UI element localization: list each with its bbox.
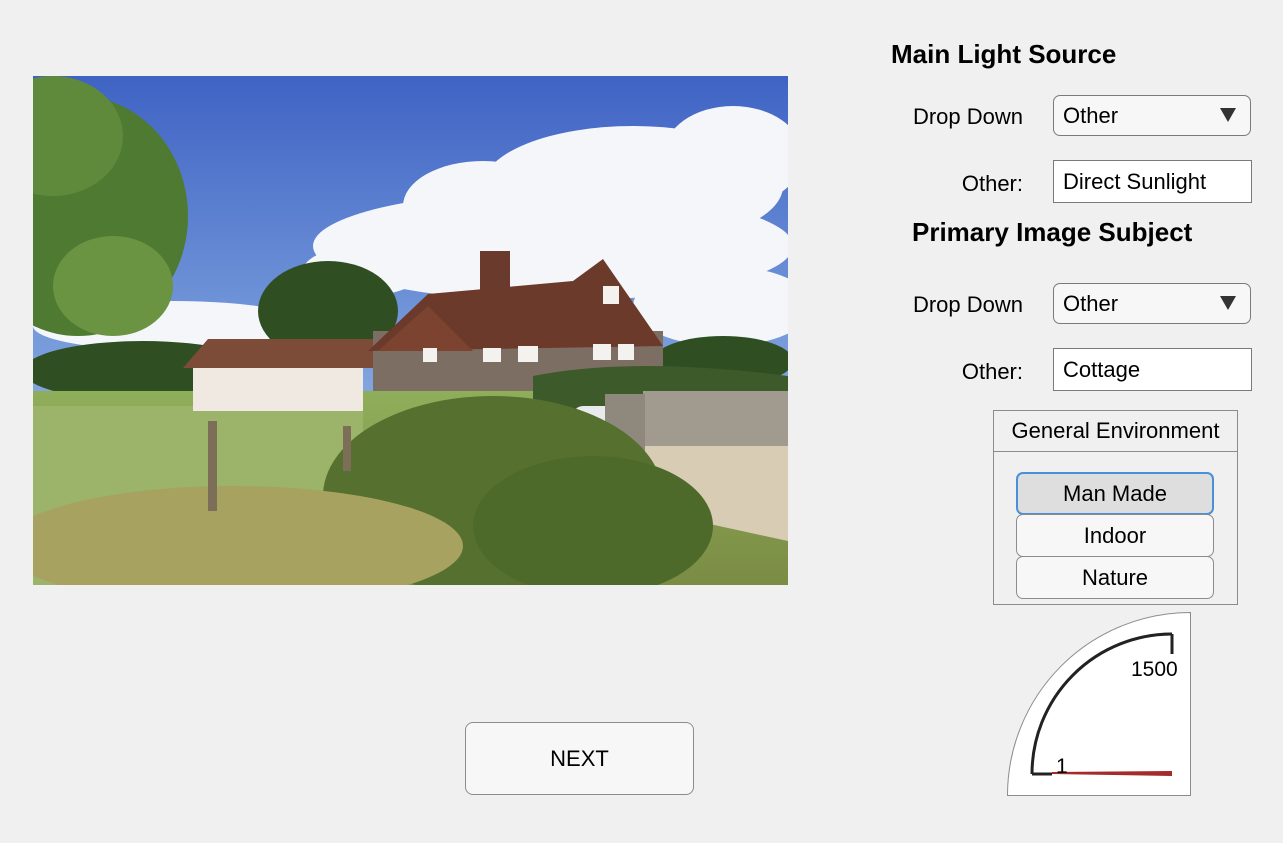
light-source-heading: Main Light Source <box>891 39 1117 69</box>
light-source-other-label: Other: <box>961 171 1023 196</box>
image-subject-dropdown-label: Drop Down <box>912 292 1023 317</box>
chevron-down-icon <box>1220 108 1236 122</box>
environment-button-group: General Environment Man Made Indoor Natu… <box>993 410 1238 605</box>
environment-option-indoor[interactable]: Indoor <box>1016 514 1214 557</box>
scene-image <box>33 76 788 585</box>
gauge-dial <box>1007 612 1191 796</box>
image-subject-heading: Primary Image Subject <box>912 217 1193 247</box>
environment-group-title: General Environment <box>994 411 1237 452</box>
light-source-other-field[interactable]: Direct Sunlight <box>1053 160 1252 203</box>
environment-option-nature[interactable]: Nature <box>1016 556 1214 599</box>
light-source-dropdown-value: Other <box>1063 102 1119 128</box>
image-subject-dropdown[interactable]: Other <box>1053 283 1251 324</box>
image-subject-other-label: Other: <box>961 359 1023 384</box>
cottage-photo <box>33 76 788 585</box>
image-subject-dropdown-value: Other <box>1063 290 1119 316</box>
environment-option-man-made[interactable]: Man Made <box>1016 472 1214 515</box>
chevron-down-icon <box>1220 296 1236 310</box>
gauge-min-label: 1 <box>1056 755 1068 778</box>
next-button[interactable]: NEXT <box>465 722 694 795</box>
image-subject-other-field[interactable]: Cottage <box>1053 348 1252 391</box>
gauge-max-label: 1500 <box>1131 658 1178 681</box>
light-source-dropdown-label: Drop Down <box>912 104 1023 129</box>
light-source-dropdown[interactable]: Other <box>1053 95 1251 136</box>
quarter-gauge: 1 1500 <box>1007 612 1191 796</box>
